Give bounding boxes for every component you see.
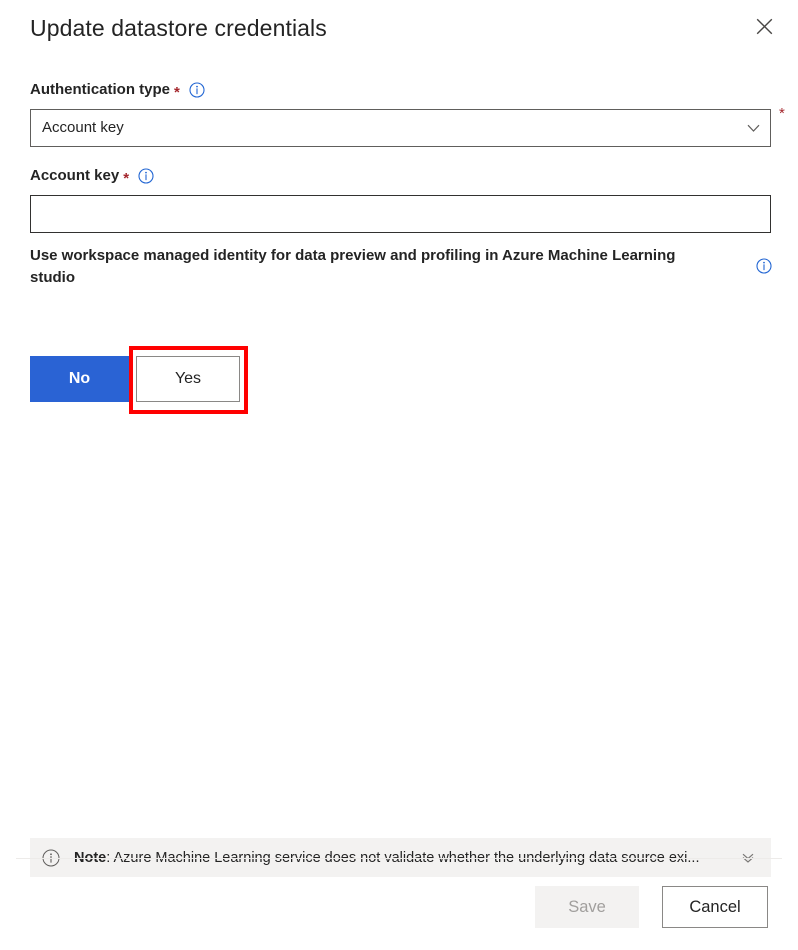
chevron-down-icon	[746, 121, 760, 135]
panel-footer: Save Cancel	[0, 859, 798, 950]
managed-identity-description: Use workspace managed identity for data …	[30, 245, 690, 289]
authentication-type-dropdown[interactable]: Account key	[30, 109, 771, 147]
account-key-input[interactable]	[30, 195, 771, 233]
account-key-label: Account key *	[30, 166, 154, 186]
cancel-button[interactable]: Cancel	[662, 886, 768, 928]
info-icon[interactable]	[756, 258, 772, 274]
update-datastore-credentials-panel: Update datastore credentials Authenticat…	[0, 0, 798, 950]
page-title: Update datastore credentials	[30, 12, 327, 44]
authentication-type-field-required-marker: *	[779, 106, 785, 122]
footer-actions: Save Cancel	[535, 886, 768, 928]
authentication-type-label-text: Authentication type	[30, 80, 170, 100]
managed-identity-toggle-group: No Yes	[30, 356, 240, 402]
managed-identity-block: Use workspace managed identity for data …	[30, 245, 772, 289]
panel-header: Update datastore credentials	[0, 0, 798, 58]
authentication-type-label: Authentication type *	[30, 80, 205, 100]
close-icon[interactable]	[746, 10, 782, 42]
info-icon[interactable]	[138, 168, 154, 184]
save-button[interactable]: Save	[535, 886, 639, 928]
panel-body: Authentication type * Account key * Ac	[0, 58, 798, 858]
authentication-type-required-marker: *	[174, 85, 180, 100]
authentication-type-selected-value: Account key	[42, 118, 746, 138]
managed-identity-option-yes[interactable]: Yes	[136, 356, 240, 402]
info-icon[interactable]	[189, 82, 205, 98]
managed-identity-option-no[interactable]: No	[30, 356, 129, 402]
account-key-label-text: Account key	[30, 166, 119, 186]
account-key-required-marker: *	[123, 171, 129, 186]
